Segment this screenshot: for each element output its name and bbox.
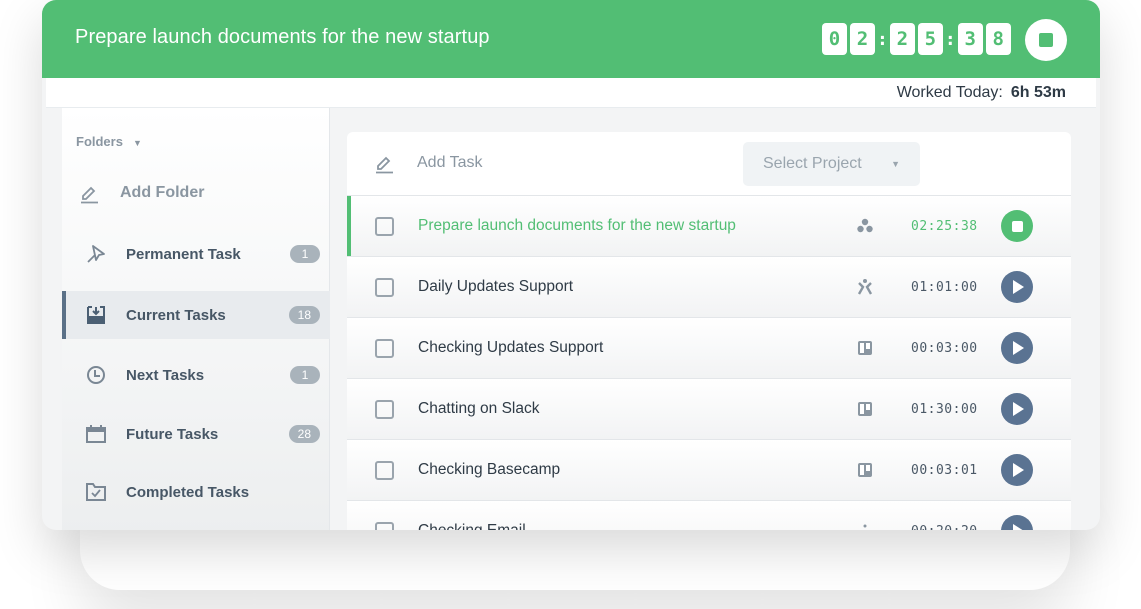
- play-task-button[interactable]: [1001, 515, 1033, 530]
- stop-icon: [1011, 220, 1023, 232]
- task-row: Prepare launch documents for the new sta…: [347, 195, 1071, 257]
- worked-today: Worked Today: 6h 53m: [897, 84, 1066, 102]
- task-checkbox[interactable]: [375, 460, 394, 480]
- play-icon: [1013, 524, 1024, 530]
- atlassian-person-icon: [853, 278, 877, 296]
- worked-today-value: 6h 53m: [1010, 84, 1066, 101]
- trello-board-icon: [853, 340, 877, 356]
- trello-board-icon: [853, 401, 877, 417]
- sidebar: Folders ▼ Add Folder Permanent Task 1 Cur…: [62, 108, 330, 530]
- add-task-placeholder: Add Task: [417, 154, 483, 171]
- timer-digit: 3: [957, 23, 983, 55]
- count-badge: 18: [288, 306, 320, 324]
- app-window: Prepare launch documents for the new sta…: [42, 0, 1100, 530]
- task-name[interactable]: Daily Updates Support: [418, 278, 853, 296]
- task-list: Prepare launch documents for the new sta…: [347, 195, 1071, 530]
- play-task-button[interactable]: [1001, 271, 1033, 303]
- select-project-label: Select Project: [763, 155, 862, 172]
- worked-today-label: Worked Today:: [896, 84, 1003, 101]
- add-task-input[interactable]: Add Task: [373, 152, 483, 174]
- play-task-button[interactable]: [1001, 393, 1033, 425]
- select-project-dropdown[interactable]: Select Project ▼: [743, 142, 920, 186]
- folders-dropdown[interactable]: Folders ▼: [76, 134, 142, 149]
- play-icon: [1013, 280, 1024, 294]
- task-time: 01:01:00: [911, 279, 978, 295]
- task-row: Chatting on Slack 01:30:00: [347, 378, 1071, 439]
- sidebar-item-permanent-task[interactable]: Permanent Task 1: [62, 230, 330, 278]
- timer-header: Prepare launch documents for the new sta…: [42, 0, 1100, 78]
- play-task-button[interactable]: [1001, 454, 1033, 486]
- caret-down-icon: ▼: [132, 138, 142, 148]
- task-name[interactable]: Chatting on Slack: [418, 400, 853, 418]
- timer-digit: 0: [822, 23, 847, 55]
- play-icon: [1013, 402, 1024, 416]
- inbox-download-icon: [84, 303, 108, 327]
- add-folder-label: Add Folder: [120, 184, 205, 201]
- timer-digit: 8: [985, 23, 1011, 55]
- timer-digit: 2: [889, 23, 915, 55]
- sidebar-item-label: Current Tasks: [126, 306, 226, 324]
- count-badge: 1: [290, 366, 320, 384]
- timer-separator: :: [877, 28, 888, 50]
- stop-task-button[interactable]: [1001, 210, 1033, 242]
- timer-digit: 5: [917, 23, 943, 55]
- task-checkbox[interactable]: [375, 399, 394, 419]
- timer-display: 0 2 : 2 5 : 3 8: [822, 23, 1014, 55]
- stop-timer-button[interactable]: [1025, 19, 1067, 61]
- task-time: 00:03:01: [911, 462, 978, 478]
- running-task-title: Prepare launch documents for the new sta…: [75, 26, 490, 48]
- basecamp-smile-icon: [853, 523, 877, 530]
- timer-digit: 2: [850, 23, 875, 55]
- trello-board-icon: [853, 462, 877, 478]
- timer-separator: :: [944, 28, 956, 50]
- count-badge: 28: [288, 425, 320, 443]
- sidebar-item-label: Next Tasks: [126, 366, 205, 384]
- sidebar-item-current-tasks[interactable]: Current Tasks 18: [62, 291, 330, 339]
- task-name[interactable]: Checking Basecamp: [418, 461, 853, 479]
- play-icon: [1013, 341, 1024, 355]
- pencil-icon: [81, 186, 98, 204]
- task-checkbox[interactable]: [375, 216, 394, 236]
- sidebar-item-label: Completed Tasks: [126, 483, 250, 501]
- calendar-icon: [84, 422, 108, 446]
- pencil-icon: [376, 156, 393, 174]
- sidebar-item-next-tasks[interactable]: Next Tasks 1: [62, 351, 330, 399]
- folder-check-icon: [84, 480, 108, 504]
- task-row: Daily Updates Support 01:01:00: [347, 256, 1071, 317]
- task-panel: Add Task Select Project ▼ Prepare launch…: [347, 132, 1071, 530]
- count-badge: 1: [290, 245, 320, 263]
- task-time: 00:03:00: [911, 340, 978, 356]
- task-checkbox[interactable]: [375, 338, 394, 358]
- task-row: Checking Basecamp 00:03:01: [347, 439, 1071, 500]
- worked-today-bar: Worked Today: 6h 53m: [46, 78, 1096, 108]
- task-time: 02:25:38: [911, 218, 978, 234]
- add-folder-button[interactable]: Add Folder: [78, 182, 204, 204]
- folders-label: Folders: [76, 134, 123, 149]
- task-row: Checking Email 00:20:20: [347, 500, 1071, 530]
- sidebar-item-label: Future Tasks: [126, 425, 219, 443]
- pin-icon: [84, 242, 108, 266]
- play-icon: [1013, 463, 1024, 477]
- play-task-button[interactable]: [1001, 332, 1033, 364]
- stop-icon: [1039, 33, 1053, 47]
- sidebar-item-completed-tasks[interactable]: Completed Tasks: [62, 468, 330, 516]
- task-checkbox[interactable]: [375, 277, 394, 297]
- task-checkbox[interactable]: [375, 521, 394, 530]
- task-name[interactable]: Checking Email: [418, 522, 853, 530]
- team-dots-icon: [853, 218, 877, 234]
- task-name[interactable]: Prepare launch documents for the new sta…: [418, 217, 853, 235]
- sidebar-item-label: Permanent Task: [126, 245, 241, 263]
- caret-down-icon: ▼: [891, 159, 900, 169]
- task-time: 01:30:00: [911, 401, 978, 417]
- task-row: Checking Updates Support 00:03:00: [347, 317, 1071, 378]
- clock-icon: [84, 363, 108, 387]
- task-name[interactable]: Checking Updates Support: [418, 339, 853, 357]
- task-time: 00:20:20: [911, 524, 985, 531]
- sidebar-item-future-tasks[interactable]: Future Tasks 28: [62, 410, 330, 458]
